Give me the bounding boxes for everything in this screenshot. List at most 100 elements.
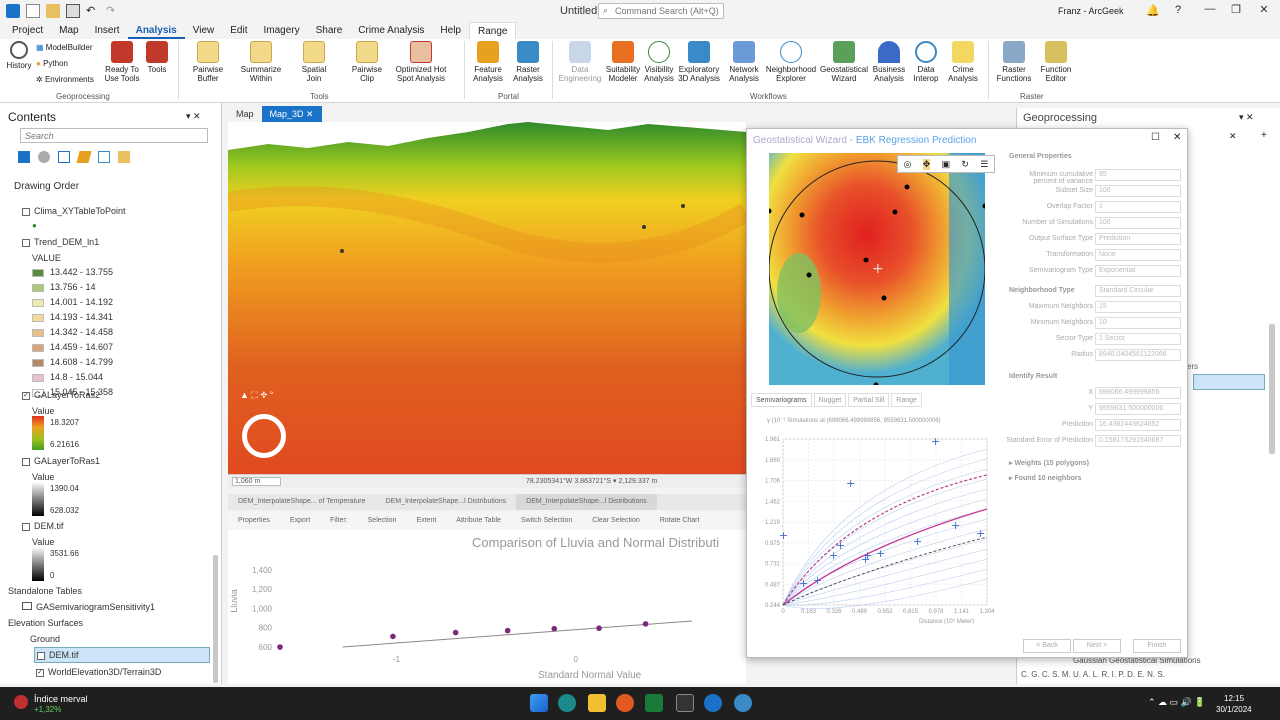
selected-tool-row[interactable]	[1193, 374, 1265, 390]
map-3d-view[interactable]: ▲ ⛶ ✥ °	[228, 122, 746, 474]
tools-button[interactable]: Tools	[144, 41, 170, 74]
add-icon[interactable]: +	[1261, 130, 1267, 141]
help-icon[interactable]: ?	[1175, 4, 1181, 16]
data-engineering-button[interactable]: Data Engineering	[558, 41, 602, 83]
zoom-icon[interactable]: ◎	[904, 159, 912, 170]
property-value[interactable]: 1 Sector	[1095, 333, 1181, 345]
ground-item[interactable]: Ground	[30, 634, 60, 644]
environments-button[interactable]: ✲ Environments	[36, 75, 94, 84]
table-item[interactable]: GASemivariogramSensitivity1	[22, 602, 155, 612]
clear-selection-button[interactable]: Clear Selection	[582, 513, 649, 529]
raster-analysis-button[interactable]: Raster Analysis	[510, 41, 546, 83]
filter-selection-button[interactable]: Selection	[358, 513, 407, 529]
pane-tab-strip[interactable]: C. G. C. S. M. U. A. L. R. I. P. D. E. N…	[1021, 670, 1165, 679]
contents-search-input[interactable]	[20, 128, 208, 143]
neighbor-point[interactable]	[904, 184, 910, 190]
menu-map[interactable]: Map	[51, 22, 86, 39]
wizard-close-icon[interactable]: ✕	[1173, 132, 1181, 143]
history-button[interactable]: History	[4, 41, 34, 70]
sample-point[interactable]	[642, 225, 646, 229]
weights-expander[interactable]: ▸ Weights (15 polygons)	[1009, 459, 1089, 467]
empirical-point[interactable]: +	[813, 574, 822, 587]
user-name[interactable]: Franz - ArcGeek	[1058, 6, 1124, 16]
pairwise-clip-button[interactable]: Pairwise Clip	[348, 41, 386, 83]
navigator-icon[interactable]	[242, 414, 286, 458]
optimized-hot-spot-button[interactable]: Optimized Hot Spot Analysis	[394, 41, 448, 83]
menu-help[interactable]: Help	[432, 22, 469, 39]
layer-visibility-checkbox[interactable]: ✓	[36, 668, 44, 677]
suitability-modeler-button[interactable]: Suitability Modeler	[604, 41, 642, 83]
python-button[interactable]: ● Python	[36, 59, 68, 68]
standalone-tables-header[interactable]: Standalone Tables	[8, 586, 82, 596]
empirical-point[interactable]: +	[931, 435, 940, 448]
property-value[interactable]: None	[1095, 249, 1181, 261]
property-value[interactable]: 100	[1095, 185, 1181, 197]
property-value[interactable]: 95	[1095, 169, 1181, 181]
tab-chart-temperature[interactable]: DEM_InterpolateShape... of Temperature	[228, 494, 376, 510]
property-value[interactable]: Prediction	[1095, 233, 1181, 245]
attribute-table-button[interactable]: Attribute Table	[446, 513, 511, 529]
rotate-chart-button[interactable]: Rotate Chart	[650, 513, 710, 529]
empirical-point[interactable]: +	[836, 539, 845, 552]
elevation-surfaces-header[interactable]: Elevation Surfaces	[8, 618, 83, 628]
layer-galayertoras2[interactable]: ✓ GALayerToRas2	[22, 390, 100, 400]
rotate-icon[interactable]: ↻	[961, 159, 969, 170]
tab-chart-distributions-2[interactable]: DEM_InterpolateShape...l Distributions	[516, 494, 657, 510]
layer-visibility-checkbox[interactable]	[22, 522, 30, 531]
system-tray-icons[interactable]: ⌃ ☁ ▭ 🔊 🔋	[1148, 697, 1205, 708]
chart-properties-button[interactable]: Properties	[228, 513, 280, 529]
property-value[interactable]: 699066.499999856	[1095, 387, 1181, 399]
start-icon[interactable]	[530, 694, 548, 712]
prediction-preview-map[interactable]: +	[769, 153, 985, 385]
list-by-selection-icon[interactable]	[58, 151, 70, 163]
menu-crime-analysis[interactable]: Crime Analysis	[350, 22, 432, 39]
terminal-icon[interactable]	[676, 694, 694, 712]
surface-dem-item[interactable]: DEM.tif	[34, 647, 210, 663]
data-interop-button[interactable]: Data Interop	[908, 41, 944, 83]
property-value[interactable]: 15	[1095, 301, 1181, 313]
geoprocessing-scrollbar[interactable]	[1269, 324, 1275, 454]
geostatistical-wizard-button[interactable]: Geostatistical Wizard	[820, 41, 868, 83]
feature-analysis-button[interactable]: Feature Analysis	[470, 41, 506, 83]
menu-share[interactable]: Share	[308, 22, 351, 39]
menu-view[interactable]: View	[185, 22, 223, 39]
tab-chart-distributions-1[interactable]: DEM_InterpolateShape...l Distributions	[376, 494, 517, 510]
data-point[interactable]	[642, 621, 649, 627]
filter-extent-button[interactable]: Extent	[406, 513, 446, 529]
navigation-toggles[interactable]: ▲ ⛶ ✥ °	[240, 390, 273, 401]
empirical-point[interactable]: +	[861, 553, 870, 566]
modelbuilder-button[interactable]: ▦ ModelBuilder	[36, 43, 93, 52]
excel-icon[interactable]	[645, 694, 663, 712]
list-by-labeling-icon[interactable]	[118, 151, 130, 163]
ready-to-use-tools-button[interactable]: Ready To Use Tools	[102, 41, 142, 83]
raster-functions-button[interactable]: Raster Functions	[994, 41, 1034, 83]
identify-icon[interactable]: ▣	[942, 159, 951, 170]
maximize-icon[interactable]: ☐	[1151, 132, 1160, 143]
property-value[interactable]: 9559631.500000006	[1095, 403, 1181, 415]
empirical-point[interactable]: +	[846, 477, 855, 490]
contents-scrollbar[interactable]	[213, 555, 218, 683]
neighborhood-type-select[interactable]: Standard Circular	[1095, 285, 1181, 297]
neighbor-point[interactable]	[881, 295, 887, 301]
open-folder-icon[interactable]	[46, 4, 60, 18]
legend-icon[interactable]: ☰	[980, 159, 988, 170]
layer-dem[interactable]: DEM.tif	[22, 521, 64, 531]
menu-insert[interactable]: Insert	[87, 22, 128, 39]
pane-options-icon[interactable]: ▾ ✕	[1239, 112, 1254, 123]
tab-map[interactable]: Map	[228, 106, 262, 122]
restore-button[interactable]: ❐	[1226, 3, 1246, 19]
neighbor-point[interactable]	[863, 257, 869, 263]
data-point[interactable]	[390, 633, 396, 640]
empirical-point[interactable]: +	[876, 547, 885, 560]
property-value[interactable]: 8940.0404561122066	[1095, 349, 1181, 361]
list-by-editing-icon[interactable]	[76, 151, 92, 163]
empirical-point[interactable]: +	[913, 535, 922, 548]
surface-terrain-item[interactable]: ✓ WorldElevation3D/Terrain3D	[36, 667, 161, 677]
chart-export-button[interactable]: Export	[280, 513, 320, 529]
tab-nugget[interactable]: Nugget	[813, 393, 847, 407]
list-by-drawing-order-icon[interactable]	[18, 151, 30, 163]
file-explorer-icon[interactable]	[588, 694, 606, 712]
next-button[interactable]: Next >	[1073, 639, 1121, 653]
pane-options-icon[interactable]: ▾ ✕	[186, 111, 201, 122]
property-value[interactable]: Exponential	[1095, 265, 1181, 277]
